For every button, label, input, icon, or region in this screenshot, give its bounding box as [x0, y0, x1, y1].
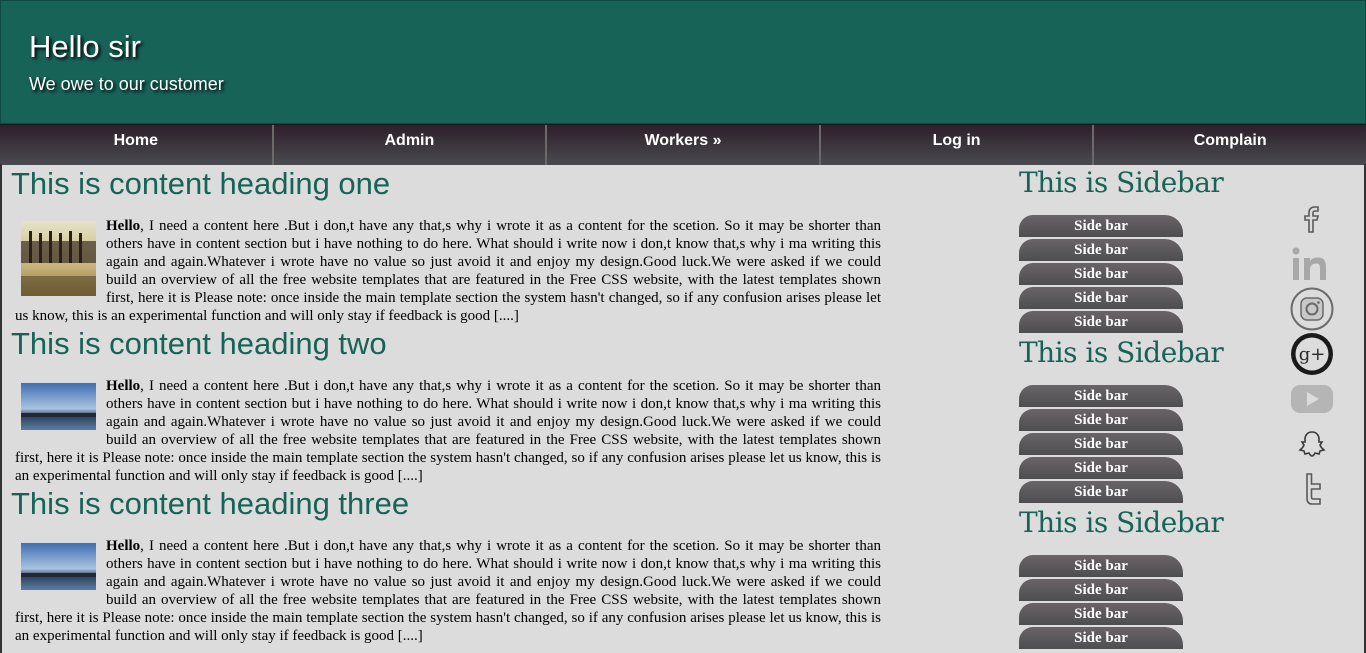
- article-text: , I need a content here .But i don,t hav…: [15, 538, 881, 644]
- site-title: Hello sir: [29, 29, 141, 64]
- sidebar-link[interactable]: Side bar: [1019, 311, 1183, 333]
- article-thumbnail[interactable]: [21, 543, 96, 590]
- nav-admin[interactable]: Admin: [274, 125, 548, 165]
- article: This is content heading three Hello, I n…: [0, 485, 900, 645]
- article-heading[interactable]: This is content heading three: [0, 485, 900, 523]
- facebook-icon[interactable]: [1287, 196, 1337, 241]
- sidebar-link[interactable]: Side bar: [1019, 239, 1183, 261]
- article-heading[interactable]: This is content heading one: [0, 165, 900, 203]
- site-tagline: We owe to our customer: [29, 74, 224, 94]
- sidebar-heading: This is Sidebar: [1019, 506, 1224, 539]
- sidebar-link[interactable]: Side bar: [1019, 603, 1183, 625]
- sidebar-link[interactable]: Side bar: [1019, 433, 1183, 455]
- sidebar-link[interactable]: Side bar: [1019, 409, 1183, 431]
- article-thumbnail[interactable]: [21, 383, 96, 430]
- main-content: This is content heading one Hello, I nee…: [0, 165, 900, 645]
- sidebar-link[interactable]: Side bar: [1019, 385, 1183, 407]
- article-lead: Hello: [106, 378, 141, 394]
- sidebar: This is Sidebar Side bar Side bar Side b…: [1019, 165, 1279, 651]
- sidebar-link[interactable]: Side bar: [1019, 481, 1183, 503]
- social-links: g+: [1287, 196, 1337, 511]
- article-heading[interactable]: This is content heading two: [0, 325, 900, 363]
- sidebar-link[interactable]: Side bar: [1019, 579, 1183, 601]
- nav-workers[interactable]: Workers »: [547, 125, 821, 165]
- article-text: , I need a content here .But i don,t hav…: [15, 378, 881, 484]
- article-body: Hello, I need a content here .But i don,…: [0, 363, 900, 485]
- twitter-icon[interactable]: [1287, 466, 1337, 511]
- article-text: , I need a content here .But i don,t hav…: [15, 218, 881, 324]
- google-plus-icon[interactable]: g+: [1287, 331, 1337, 376]
- instagram-icon[interactable]: [1287, 286, 1337, 331]
- nav-complain[interactable]: Complain: [1094, 125, 1366, 165]
- article: This is content heading two Hello, I nee…: [0, 325, 900, 485]
- sidebar-link[interactable]: Side bar: [1019, 627, 1183, 649]
- site-header: Hello sir We owe to our customer: [0, 0, 1366, 124]
- linkedin-icon[interactable]: [1287, 241, 1337, 286]
- sidebar-heading: This is Sidebar: [1019, 166, 1224, 199]
- sidebar-link[interactable]: Side bar: [1019, 287, 1183, 309]
- sidebar-heading: This is Sidebar: [1019, 336, 1224, 369]
- sidebar-link[interactable]: Side bar: [1019, 555, 1183, 577]
- snapchat-icon[interactable]: [1287, 421, 1337, 466]
- article-body: Hello, I need a content here .But i don,…: [0, 523, 900, 645]
- nav-login[interactable]: Log in: [821, 125, 1095, 165]
- svg-text:g+: g+: [1299, 344, 1326, 365]
- article-body: Hello, I need a content here .But i don,…: [0, 203, 900, 325]
- article-lead: Hello: [106, 538, 141, 554]
- article-thumbnail[interactable]: [21, 221, 96, 296]
- sidebar-link[interactable]: Side bar: [1019, 263, 1183, 285]
- nav-home[interactable]: Home: [0, 125, 274, 165]
- main-nav: Home Admin Workers » Log in Complain: [0, 124, 1366, 165]
- sidebar-link[interactable]: Side bar: [1019, 457, 1183, 479]
- sidebar-link[interactable]: Side bar: [1019, 215, 1183, 237]
- article: This is content heading one Hello, I nee…: [0, 165, 900, 325]
- article-lead: Hello: [106, 218, 141, 234]
- youtube-icon[interactable]: [1287, 376, 1337, 421]
